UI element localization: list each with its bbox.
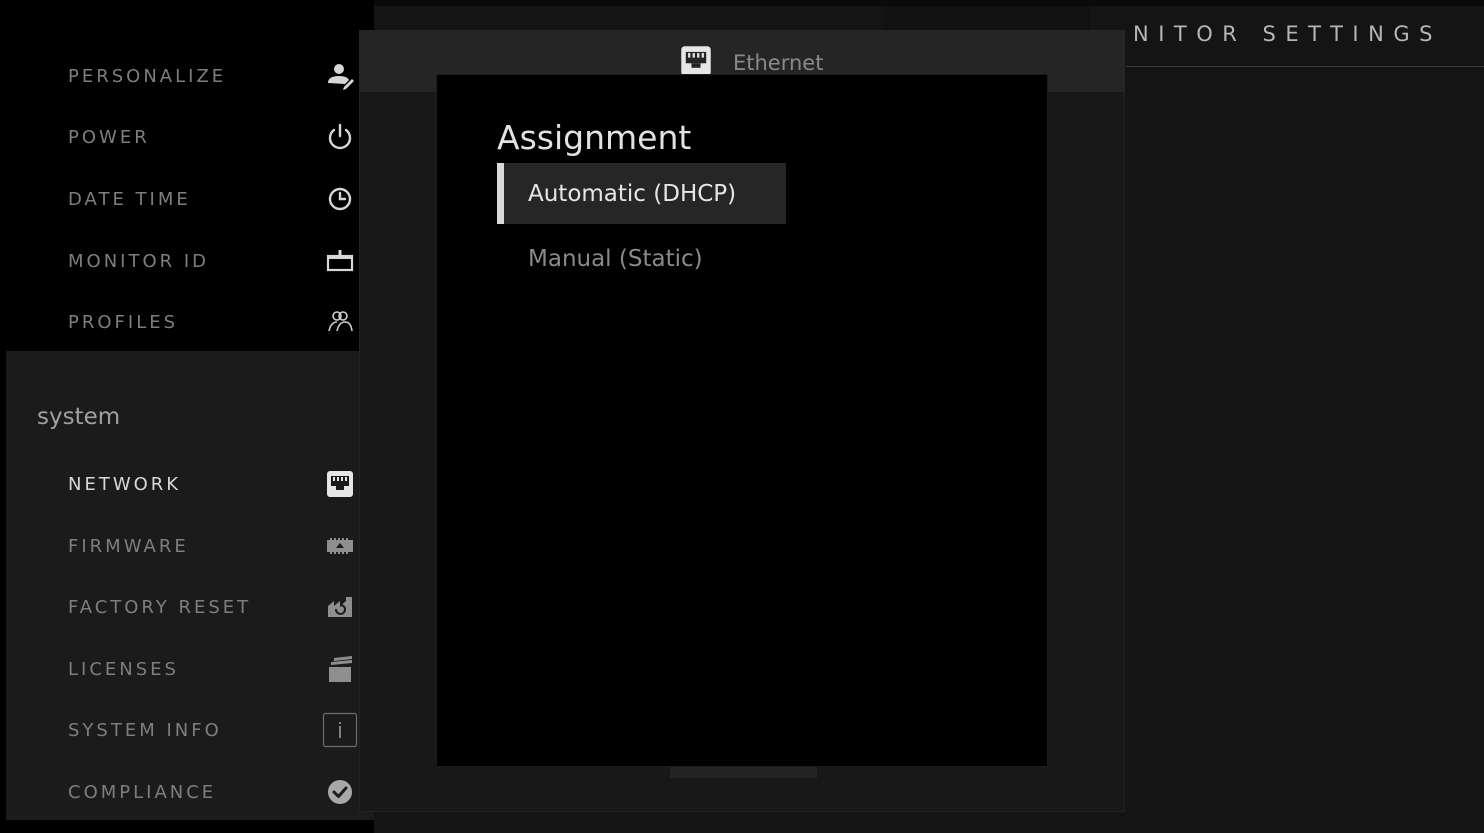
scroll-handle[interactable] xyxy=(670,767,817,778)
person-edit-icon xyxy=(322,58,358,94)
sidebar-item-monitor-id[interactable]: MONITOR ID xyxy=(68,241,358,281)
sidebar-item-label: FACTORY RESET xyxy=(68,596,252,618)
dialog-title-text: Ethernet xyxy=(733,51,824,75)
assignment-heading: Assignment xyxy=(497,118,692,157)
sidebar-item-licenses[interactable]: LICENSES xyxy=(68,649,358,689)
clock-icon xyxy=(322,181,358,217)
sidebar-item-power[interactable]: POWER xyxy=(68,117,358,157)
sidebar-item-label: PERSONALIZE xyxy=(68,65,227,87)
sidebar-item-label: DATE TIME xyxy=(68,188,191,210)
monitor-id-icon xyxy=(322,243,358,279)
sidebar-item-system-info[interactable]: SYSTEM INFO xyxy=(68,710,358,750)
sidebar-item-label: COMPLIANCE xyxy=(68,781,217,803)
sidebar-item-label: PROFILES xyxy=(68,311,179,333)
sidebar-item-profiles[interactable]: PROFILES xyxy=(68,302,358,342)
check-circle-icon xyxy=(322,774,358,810)
sidebar: PERSONALIZE POWER DATE TIME MONITOR ID P… xyxy=(0,0,374,833)
sidebar-item-label: FIRMWARE xyxy=(68,535,189,557)
option-automatic-dhcp[interactable]: Automatic (DHCP) xyxy=(497,163,786,224)
sidebar-item-label: MONITOR ID xyxy=(68,250,210,272)
sidebar-item-label: LICENSES xyxy=(68,658,179,680)
section-title-system: system xyxy=(37,404,121,430)
sidebar-item-factory-reset[interactable]: FACTORY RESET xyxy=(68,587,358,627)
sidebar-item-personalize[interactable]: PERSONALIZE xyxy=(68,56,358,96)
sidebar-item-network[interactable]: NETWORK xyxy=(68,464,358,504)
option-manual-static[interactable]: Manual (Static) xyxy=(497,228,786,289)
info-icon xyxy=(322,712,358,748)
screen: NITOR SETTINGS PERSONALIZE POWER DATE TI… xyxy=(0,0,1484,833)
title-underline xyxy=(1126,66,1484,67)
firmware-icon xyxy=(322,528,358,564)
sidebar-item-compliance[interactable]: COMPLIANCE xyxy=(68,772,358,812)
page-title: NITOR SETTINGS xyxy=(1133,22,1442,46)
ethernet-icon xyxy=(322,466,358,502)
profiles-icon xyxy=(322,304,358,340)
licenses-icon xyxy=(322,651,358,687)
sidebar-item-date-time[interactable]: DATE TIME xyxy=(68,179,358,219)
sidebar-item-label: NETWORK xyxy=(68,473,182,495)
power-icon xyxy=(322,119,358,155)
factory-reset-icon xyxy=(322,589,358,625)
background-dark-block xyxy=(884,6,1090,30)
sidebar-item-firmware[interactable]: FIRMWARE xyxy=(68,526,358,566)
sidebar-item-label: SYSTEM INFO xyxy=(68,719,222,741)
sidebar-item-label: POWER xyxy=(68,126,150,148)
